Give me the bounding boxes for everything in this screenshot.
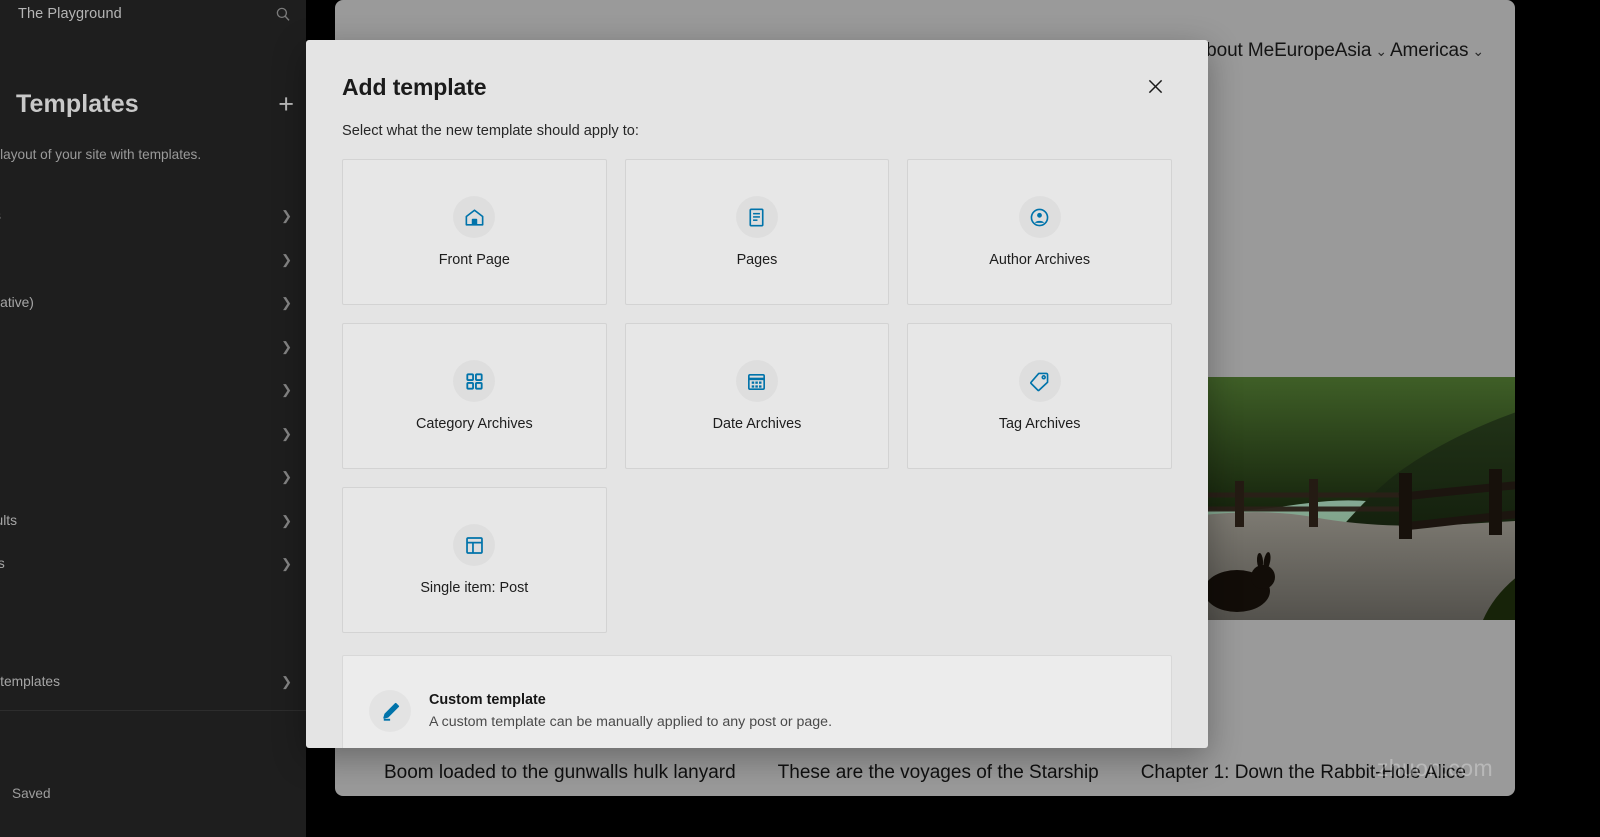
template-card-date-archives[interactable]: Date Archives bbox=[624, 323, 890, 469]
app-root: The Playground Templates + ress the layo… bbox=[0, 0, 1600, 837]
modal-body: Front Page Pages Author Archives Categor… bbox=[306, 139, 1208, 748]
template-type-grid: Front Page Pages Author Archives Categor… bbox=[342, 159, 1172, 633]
tag-icon bbox=[1019, 360, 1061, 402]
template-card-label: Category Archives bbox=[415, 416, 533, 432]
template-card-label: Tag Archives bbox=[998, 416, 1081, 432]
template-card-label: Single item: Post bbox=[420, 580, 529, 596]
custom-template-row[interactable]: Custom template A custom template can be… bbox=[342, 655, 1172, 748]
add-template-modal: Add template Select what the new templat… bbox=[306, 40, 1208, 748]
page-icon bbox=[736, 196, 778, 238]
layout-icon bbox=[453, 524, 495, 566]
modal-subtitle: Select what the new template should appl… bbox=[342, 123, 639, 139]
custom-template-text: Custom template A custom template can be… bbox=[429, 692, 832, 730]
modal-header: Add template bbox=[306, 40, 1208, 105]
template-card-single-item-post[interactable]: Single item: Post bbox=[342, 487, 607, 633]
custom-template-title: Custom template bbox=[429, 692, 546, 708]
template-card-label: Author Archives bbox=[989, 252, 1091, 268]
template-card-label: Pages bbox=[736, 252, 778, 268]
template-card-tag-archives[interactable]: Tag Archives bbox=[907, 323, 1172, 469]
pencil-icon bbox=[369, 690, 411, 732]
close-icon bbox=[1145, 76, 1166, 100]
custom-template-description: A custom template can be manually applie… bbox=[429, 714, 833, 730]
template-card-author-archives[interactable]: Author Archives bbox=[907, 159, 1172, 305]
template-card-label: Date Archives bbox=[712, 416, 802, 432]
template-card-label: Front Page bbox=[438, 252, 510, 268]
template-card-front-page[interactable]: Front Page bbox=[342, 159, 607, 305]
calendar-icon bbox=[736, 360, 778, 402]
modal-title: Add template bbox=[342, 74, 487, 100]
user-circle-icon bbox=[1019, 196, 1061, 238]
close-button[interactable] bbox=[1138, 71, 1172, 105]
template-card-pages[interactable]: Pages bbox=[624, 159, 890, 305]
template-card-category-archives[interactable]: Category Archives bbox=[342, 323, 607, 469]
grid-category-icon bbox=[453, 360, 495, 402]
home-icon bbox=[453, 196, 495, 238]
